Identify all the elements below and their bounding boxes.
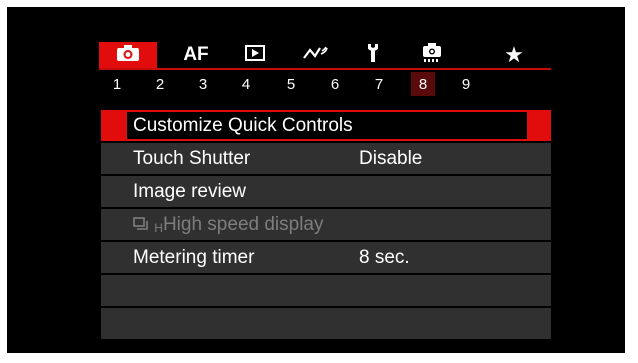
menu-item-label: Touch Shutter: [133, 148, 251, 169]
tab-shooting[interactable]: [99, 42, 157, 68]
wrench-icon: [365, 43, 381, 68]
menu-item-touch-shutter[interactable]: Touch Shutter Disable: [101, 143, 551, 174]
menu-item-customize-quick-controls[interactable]: Customize Quick Controls: [101, 110, 551, 141]
tab-wireless[interactable]: [286, 42, 344, 68]
camera-icon: [116, 44, 140, 67]
wireless-icon: [302, 45, 328, 66]
menu-tab-bar: AF ★: [99, 42, 551, 68]
page-indicator: 1 2 3 4 5 6 7 8 9: [99, 72, 551, 96]
menu-item-value: Disable: [359, 148, 423, 169]
custom-functions-icon: [420, 42, 444, 68]
page-4[interactable]: 4: [234, 72, 258, 96]
tab-setup[interactable]: [344, 42, 402, 68]
tab-af-label: AF: [183, 44, 209, 65]
tab-af[interactable]: AF: [167, 42, 225, 68]
menu-item-label: High speed display: [162, 214, 324, 235]
menu-item-label: Image review: [133, 181, 246, 202]
continuous-high-icon: [133, 214, 154, 235]
star-icon: ★: [504, 42, 524, 67]
menu-item-empty: [101, 308, 551, 339]
page-6[interactable]: 6: [323, 72, 347, 96]
page-3[interactable]: 3: [191, 72, 215, 96]
tab-my-menu[interactable]: ★: [485, 42, 543, 68]
menu-item-metering-timer[interactable]: Metering timer 8 sec.: [101, 242, 551, 273]
menu-item-empty: [101, 275, 551, 306]
page-9[interactable]: 9: [454, 72, 478, 96]
tab-underline: [99, 68, 551, 70]
menu-item-label: Metering timer: [133, 247, 255, 268]
tab-playback[interactable]: [226, 42, 284, 68]
menu-item-value: 8 sec.: [359, 247, 410, 268]
menu-item-label-wrap: HHigh speed display: [133, 214, 324, 236]
tab-custom-functions[interactable]: [403, 42, 461, 68]
page-5[interactable]: 5: [279, 72, 303, 96]
page-2[interactable]: 2: [148, 72, 172, 96]
page-7[interactable]: 7: [367, 72, 391, 96]
page-1[interactable]: 1: [105, 72, 129, 96]
page-8-active[interactable]: 8: [411, 72, 435, 96]
menu-list: Customize Quick Controls Touch Shutter D…: [101, 110, 551, 341]
menu-item-label: Customize Quick Controls: [133, 115, 353, 136]
continuous-high-subscript: H: [154, 221, 163, 235]
menu-item-high-speed-display: HHigh speed display: [101, 209, 551, 240]
play-icon: [245, 44, 265, 66]
menu-item-image-review[interactable]: Image review: [101, 176, 551, 207]
